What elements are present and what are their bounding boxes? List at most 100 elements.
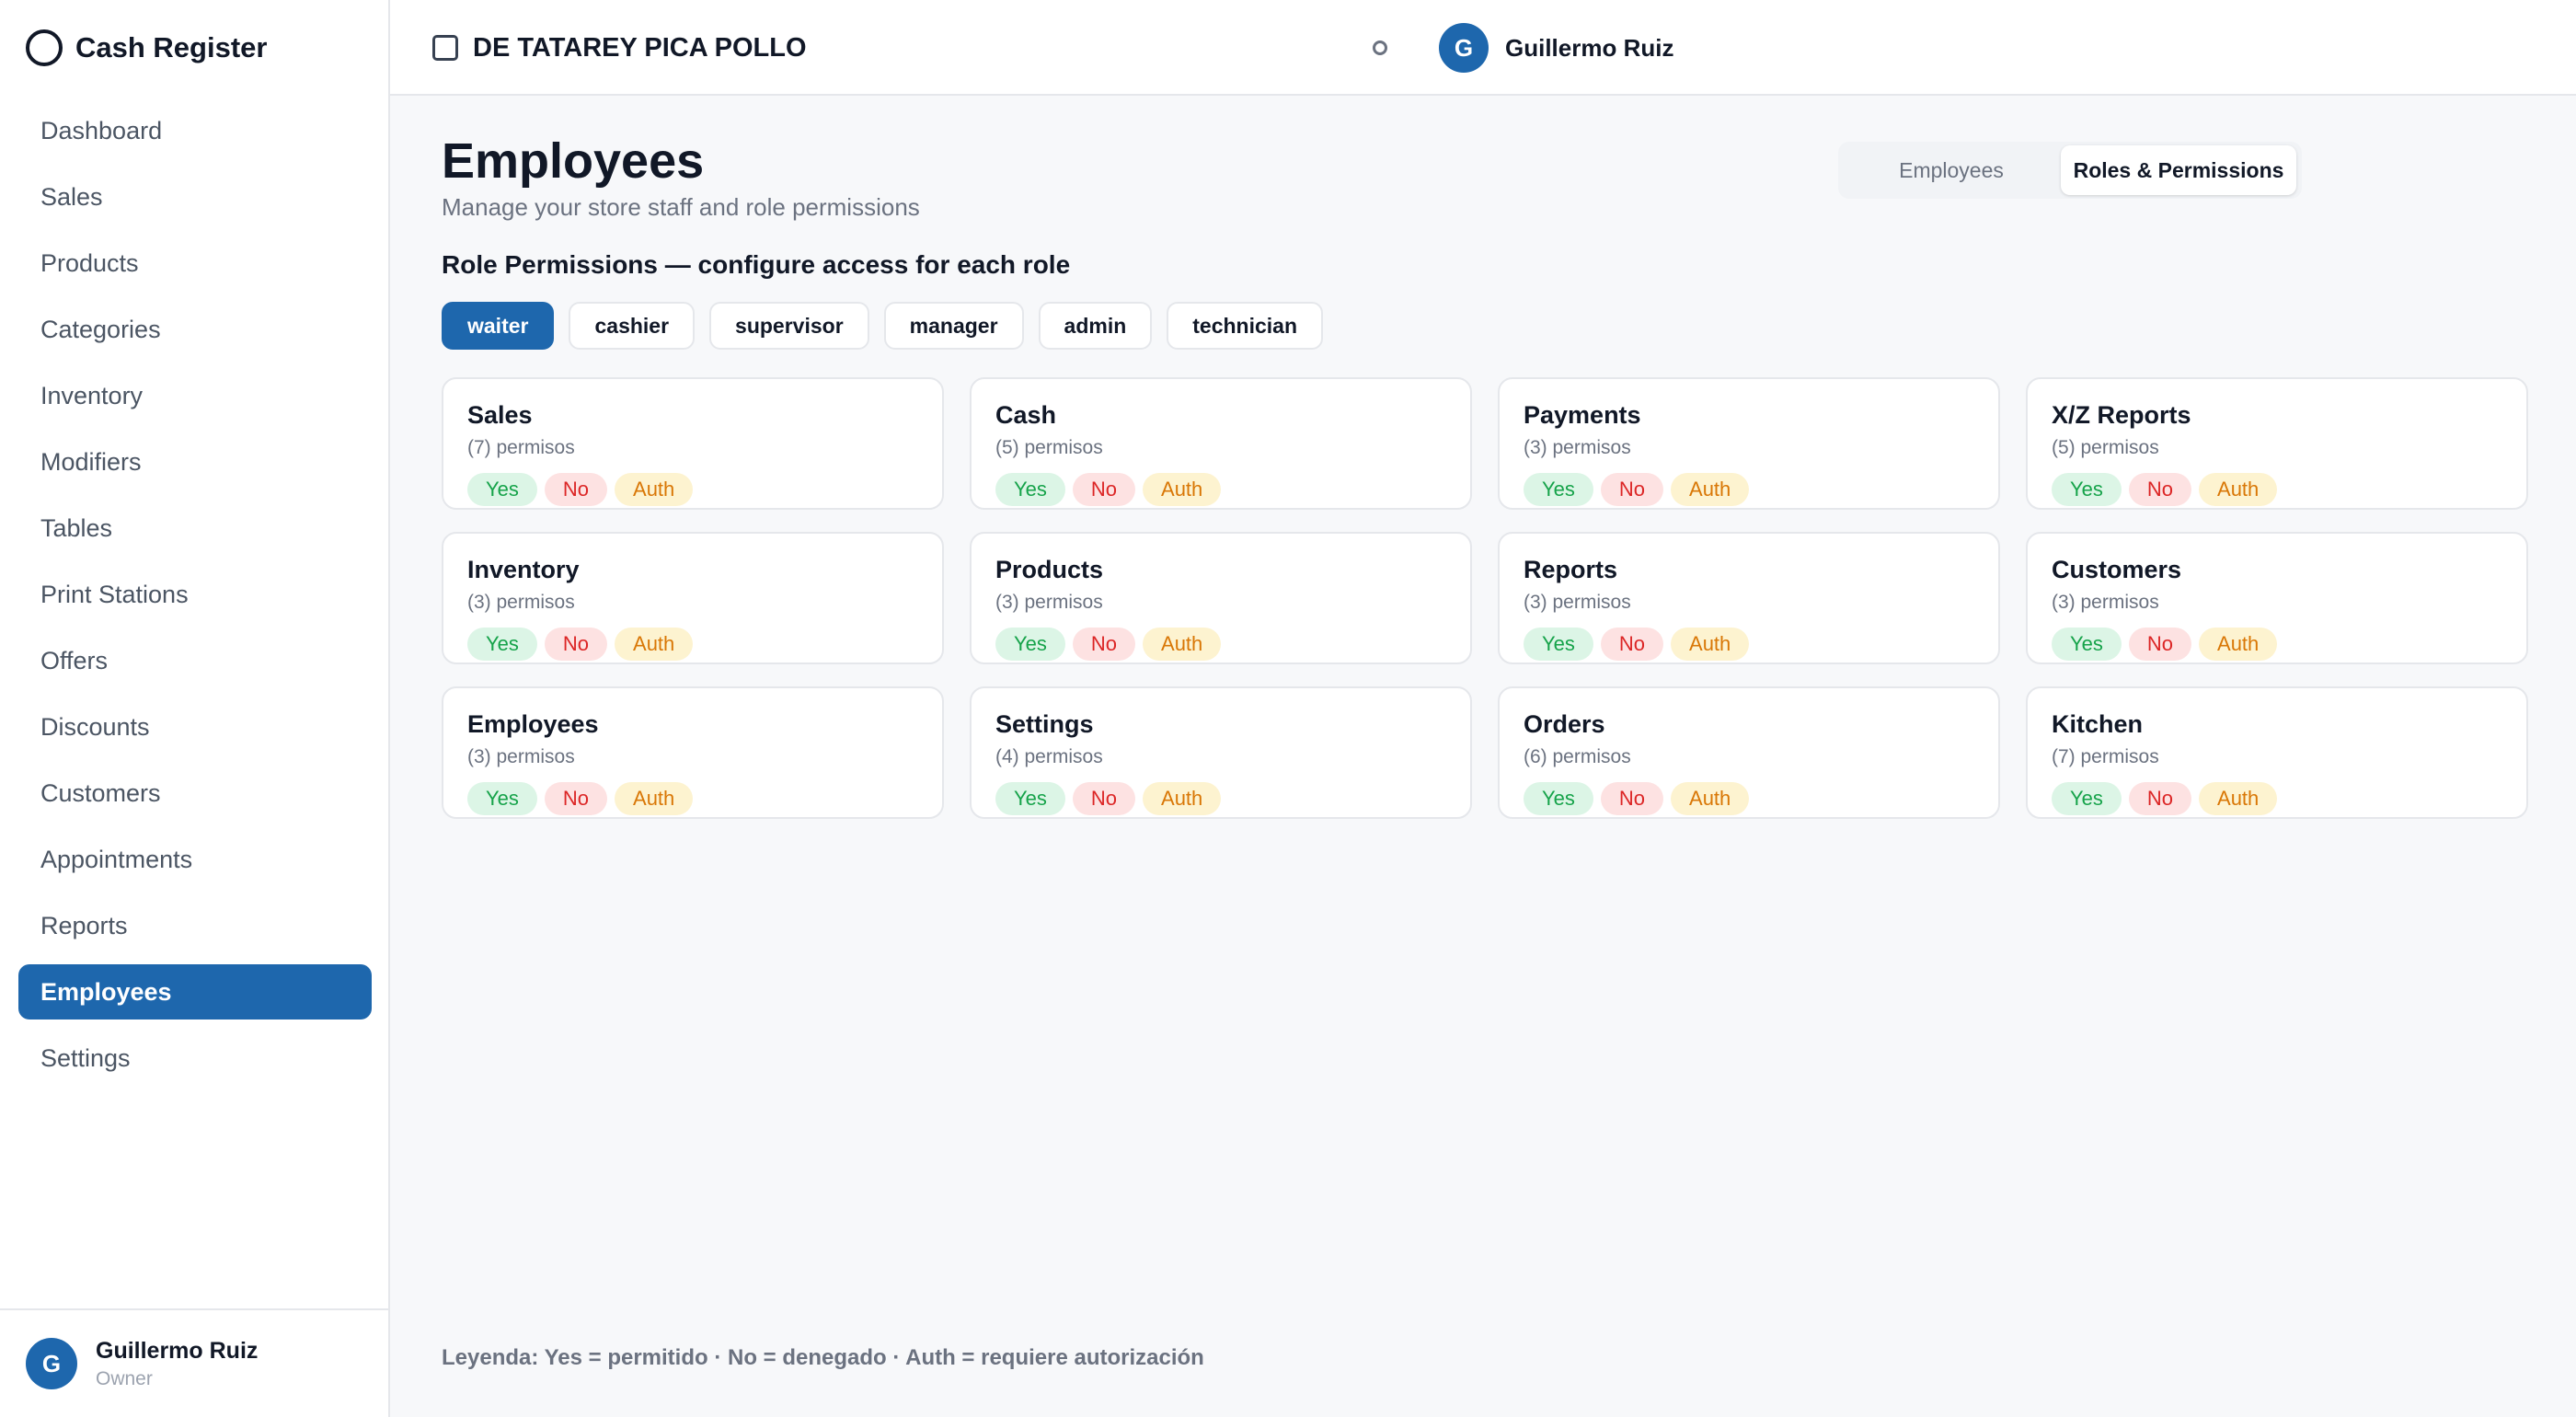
store-name: DE TATAREY PICA POLLO xyxy=(473,32,807,63)
yes-button[interactable]: Yes xyxy=(1524,628,1593,661)
yes-button[interactable]: Yes xyxy=(467,473,537,506)
no-button[interactable]: No xyxy=(2128,473,2192,506)
yes-button[interactable]: Yes xyxy=(1524,782,1593,815)
permission-card: Inventory (3) permisos Yes No Auth xyxy=(442,532,944,664)
sidebar-item-categories[interactable]: Categories xyxy=(18,302,372,357)
yes-button[interactable]: Yes xyxy=(1524,473,1593,506)
sidebar-item-offers[interactable]: Offers xyxy=(18,633,372,688)
store-selector[interactable]: DE TATAREY PICA POLLO xyxy=(432,0,807,96)
no-button[interactable]: No xyxy=(1600,782,1664,815)
card-title: Settings xyxy=(995,710,1094,738)
card-title: X/Z Reports xyxy=(2052,401,2191,429)
permission-card: Orders (6) permisos Yes No Auth xyxy=(1498,686,2000,819)
legend: Leyenda: Yes = permitido · No = denegado… xyxy=(442,1345,1204,1370)
no-button[interactable]: No xyxy=(2128,628,2192,661)
card-count: (5) permisos xyxy=(995,437,1103,458)
topbar: DE TATAREY PICA POLLO G Guillermo Ruiz xyxy=(390,0,2576,96)
card-title: Products xyxy=(995,556,1104,583)
auth-button[interactable]: Auth xyxy=(615,473,694,506)
auth-button[interactable]: Auth xyxy=(1671,628,1750,661)
role-tab-supervisor[interactable]: supervisor xyxy=(709,302,869,350)
sidebar-item-sales[interactable]: Sales xyxy=(18,169,372,225)
no-button[interactable]: No xyxy=(544,782,608,815)
header-user-menu[interactable]: G Guillermo Ruiz xyxy=(1439,22,1673,74)
no-button[interactable]: No xyxy=(544,628,608,661)
auth-button[interactable]: Auth xyxy=(1143,628,1222,661)
sidebar-item-discounts[interactable]: Discounts xyxy=(18,699,372,755)
sidebar-item-products[interactable]: Products xyxy=(18,236,372,291)
card-title: Inventory xyxy=(467,556,580,583)
yes-button[interactable]: Yes xyxy=(995,473,1065,506)
auth-button[interactable]: Auth xyxy=(615,628,694,661)
page-subtitle: Manage your store staff and role permiss… xyxy=(442,193,920,221)
card-count: (3) permisos xyxy=(995,592,1103,613)
sidebar-item-reports[interactable]: Reports xyxy=(18,898,372,953)
sidebar: Cash Register Dashboard Sales Products C… xyxy=(0,0,390,1417)
no-button[interactable]: No xyxy=(1072,473,1136,506)
status-indicator-icon xyxy=(1373,40,1387,55)
auth-button[interactable]: Auth xyxy=(1143,782,1222,815)
auth-button[interactable]: Auth xyxy=(1671,473,1750,506)
yes-button[interactable]: Yes xyxy=(995,782,1065,815)
view-toggle: Employees Roles & Permissions xyxy=(1838,142,2302,199)
auth-button[interactable]: Auth xyxy=(2199,628,2278,661)
card-count: (4) permisos xyxy=(995,746,1103,767)
sidebar-item-employees[interactable]: Employees xyxy=(18,964,372,1020)
card-title: Cash xyxy=(995,401,1057,429)
card-count: (3) permisos xyxy=(467,746,575,767)
yes-button[interactable]: Yes xyxy=(995,628,1065,661)
auth-button[interactable]: Auth xyxy=(2199,782,2278,815)
permission-card: Customers (3) permisos Yes No Auth xyxy=(2026,532,2528,664)
page-title: Employees xyxy=(442,133,705,189)
card-count: (7) permisos xyxy=(2052,746,2159,767)
no-button[interactable]: No xyxy=(1072,628,1136,661)
yes-button[interactable]: Yes xyxy=(467,782,537,815)
permission-pills: Yes No Auth xyxy=(995,628,1222,661)
no-button[interactable]: No xyxy=(1600,473,1664,506)
sidebar-item-inventory[interactable]: Inventory xyxy=(18,368,372,423)
permission-pills: Yes No Auth xyxy=(2052,628,2278,661)
permission-card: Sales (7) permisos Yes No Auth xyxy=(442,377,944,510)
yes-button[interactable]: Yes xyxy=(2052,628,2122,661)
permission-pills: Yes No Auth xyxy=(2052,782,2278,815)
no-button[interactable]: No xyxy=(2128,782,2192,815)
no-button[interactable]: No xyxy=(544,473,608,506)
auth-button[interactable]: Auth xyxy=(1143,473,1222,506)
card-title: Orders xyxy=(1524,710,1605,738)
permission-pills: Yes No Auth xyxy=(995,473,1222,506)
tab-roles-permissions[interactable]: Roles & Permissions xyxy=(2061,145,2296,195)
permission-card: Settings (4) permisos Yes No Auth xyxy=(970,686,1472,819)
card-count: (3) permisos xyxy=(2052,592,2159,613)
sidebar-item-tables[interactable]: Tables xyxy=(18,501,372,556)
sidebar-item-appointments[interactable]: Appointments xyxy=(18,832,372,887)
role-tab-technician[interactable]: technician xyxy=(1167,302,1324,350)
permission-card: Employees (3) permisos Yes No Auth xyxy=(442,686,944,819)
yes-button[interactable]: Yes xyxy=(2052,782,2122,815)
role-tab-manager[interactable]: manager xyxy=(883,302,1024,350)
role-tab-admin[interactable]: admin xyxy=(1038,302,1153,350)
permission-pills: Yes No Auth xyxy=(467,473,694,506)
tab-employees[interactable]: Employees xyxy=(1842,145,2061,195)
permission-pills: Yes No Auth xyxy=(1524,628,1750,661)
store-checkbox-icon xyxy=(432,35,458,61)
role-tab-waiter[interactable]: waiter xyxy=(442,302,555,350)
auth-button[interactable]: Auth xyxy=(1671,782,1750,815)
card-title: Payments xyxy=(1524,401,1641,429)
sidebar-user-panel[interactable]: G Guillermo Ruiz Owner xyxy=(0,1308,388,1417)
no-button[interactable]: No xyxy=(1072,782,1136,815)
no-button[interactable]: No xyxy=(1600,628,1664,661)
auth-button[interactable]: Auth xyxy=(2199,473,2278,506)
yes-button[interactable]: Yes xyxy=(467,628,537,661)
sidebar-item-modifiers[interactable]: Modifiers xyxy=(18,434,372,490)
auth-button[interactable]: Auth xyxy=(615,782,694,815)
sidebar-item-print-stations[interactable]: Print Stations xyxy=(18,567,372,622)
sidebar-item-customers[interactable]: Customers xyxy=(18,766,372,821)
card-title: Reports xyxy=(1524,556,1618,583)
yes-button[interactable]: Yes xyxy=(2052,473,2122,506)
permission-pills: Yes No Auth xyxy=(1524,473,1750,506)
role-tab-cashier[interactable]: cashier xyxy=(569,302,696,350)
sidebar-item-dashboard[interactable]: Dashboard xyxy=(18,103,372,158)
user-name: Guillermo Ruiz xyxy=(96,1337,259,1364)
sidebar-item-settings[interactable]: Settings xyxy=(18,1031,372,1086)
avatar: G xyxy=(26,1338,77,1389)
